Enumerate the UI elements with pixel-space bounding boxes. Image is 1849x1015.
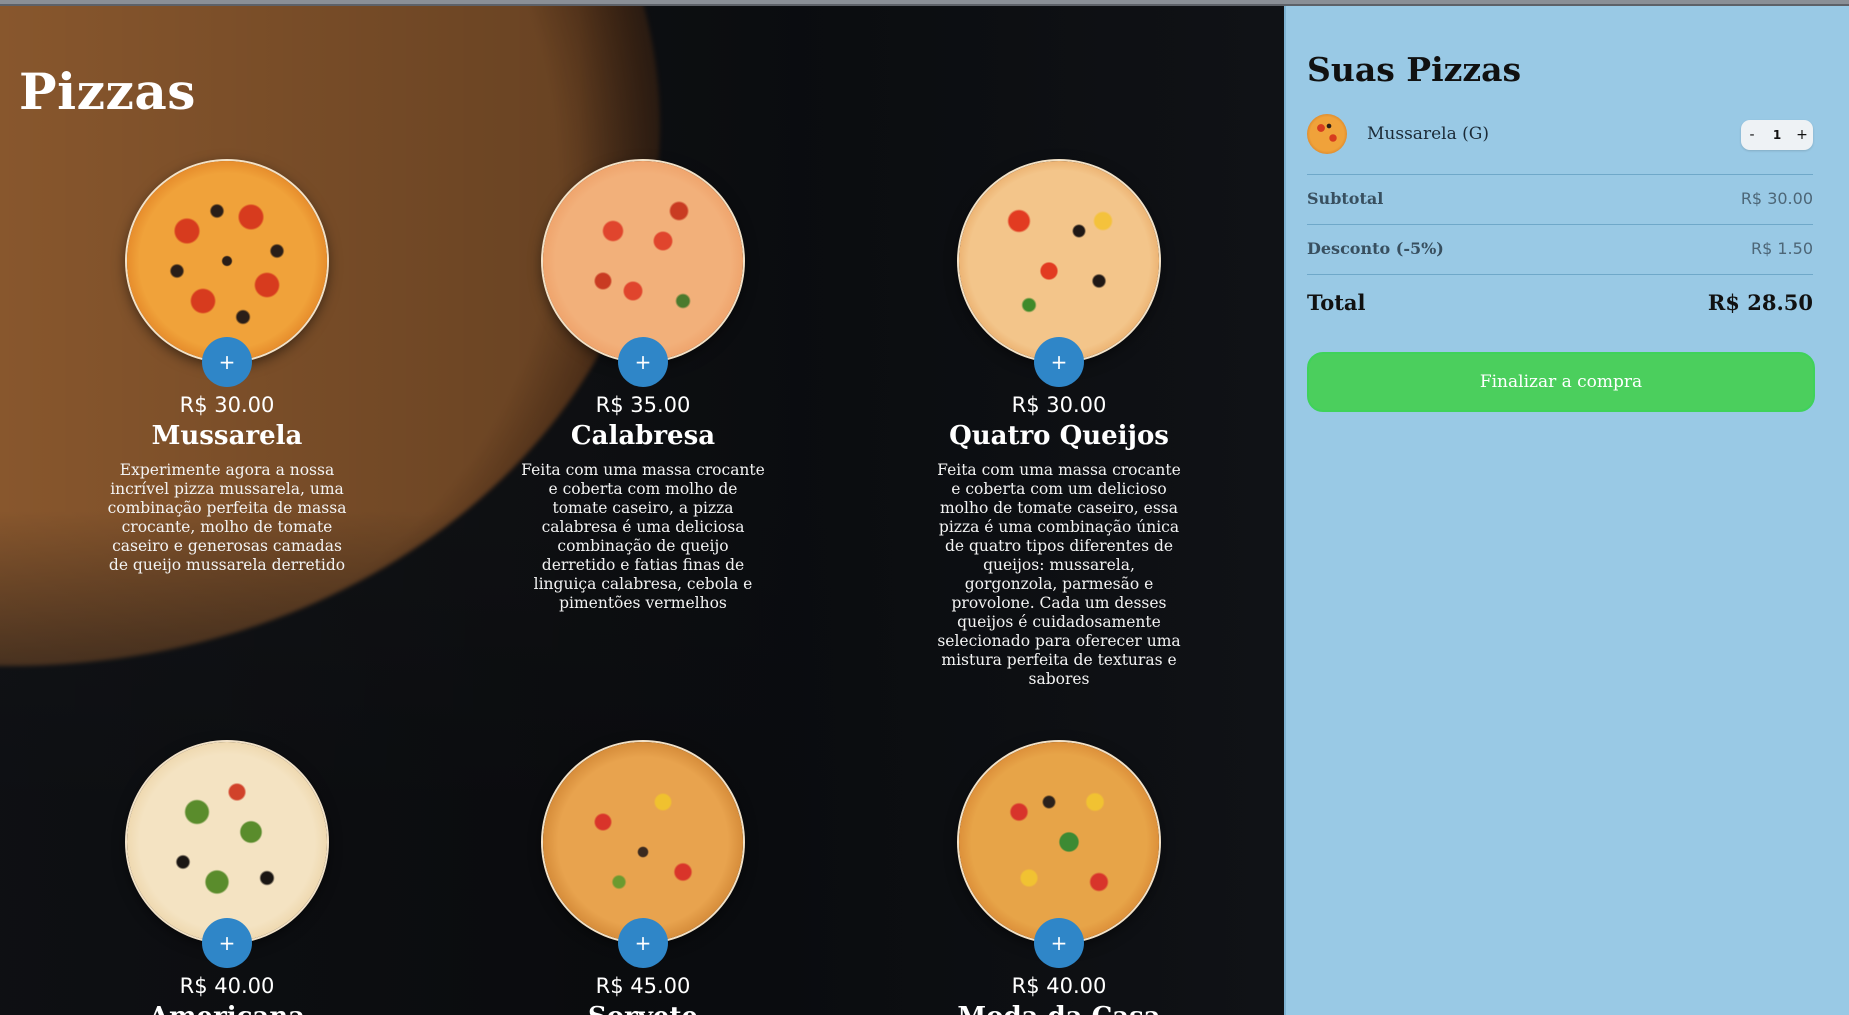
pizza-description: Feita com uma massa crocante e coberta c… xyxy=(937,461,1181,688)
pizza-image[interactable]: + xyxy=(127,161,327,387)
pizza-image[interactable]: + xyxy=(127,742,327,968)
pizza-name: Calabresa xyxy=(570,421,716,451)
pizza-name: Moda da Casa xyxy=(929,1002,1189,1015)
total-value: R$ 28.50 xyxy=(1707,290,1813,315)
divider xyxy=(1307,224,1813,225)
pizza-name: Americana xyxy=(97,1002,357,1015)
pizza-card-calabresa: + R$ 35.00 Calabresa Feita com uma massa… xyxy=(513,161,773,613)
cart-title: Suas Pizzas xyxy=(1307,50,1522,89)
cart-item-name: Mussarela (G) xyxy=(1367,124,1489,144)
add-to-cart-button[interactable]: + xyxy=(1034,337,1084,387)
cart-item: Mussarela (G) - 1 + xyxy=(1307,114,1813,156)
pizza-name: Sorvete xyxy=(513,1002,773,1015)
subtotal-label: Subtotal xyxy=(1307,189,1384,208)
quantity-stepper: - 1 + xyxy=(1741,120,1813,150)
pizza-card-mussarela: + R$ 30.00 Mussarela Experimente agora a… xyxy=(97,161,357,575)
subtotal-value: R$ 30.00 xyxy=(1740,189,1813,208)
pizza-price: R$ 45.00 xyxy=(595,974,691,998)
pizza-description: Feita com uma massa crocante e coberta c… xyxy=(521,461,765,612)
pizza-price: R$ 30.00 xyxy=(179,393,275,417)
add-to-cart-button[interactable]: + xyxy=(202,337,252,387)
discount-label: Desconto (-5%) xyxy=(1307,239,1444,258)
add-to-cart-button[interactable]: + xyxy=(1034,918,1084,968)
pizza-price: R$ 35.00 xyxy=(595,393,691,417)
pizza-card-quatro-queijos: + R$ 30.00 Quatro Queijos Feita com uma … xyxy=(929,161,1189,689)
pizza-price: R$ 30.00 xyxy=(1011,393,1107,417)
quantity-value: 1 xyxy=(1772,128,1782,142)
cart-item-image xyxy=(1307,114,1347,154)
add-to-cart-button[interactable]: + xyxy=(202,918,252,968)
pizza-price: R$ 40.00 xyxy=(179,974,275,998)
page-title: Pizzas xyxy=(19,62,196,121)
pizza-name: Quatro Queijos xyxy=(949,421,1169,451)
divider xyxy=(1307,174,1813,175)
cart-sidebar: Suas Pizzas Mussarela (G) - 1 + Subtotal… xyxy=(1286,6,1849,1015)
divider xyxy=(1307,274,1813,275)
pizza-card-sorvete: + R$ 45.00 Sorvete xyxy=(513,742,773,1015)
increase-quantity-button[interactable]: + xyxy=(1791,120,1813,150)
decrease-quantity-button[interactable]: - xyxy=(1741,120,1763,150)
discount-value: R$ 1.50 xyxy=(1750,239,1813,258)
pizza-image[interactable]: + xyxy=(959,742,1159,968)
pizza-image[interactable]: + xyxy=(543,161,743,387)
add-to-cart-button[interactable]: + xyxy=(618,918,668,968)
pizza-card-moda-da-casa: + R$ 40.00 Moda da Casa xyxy=(929,742,1189,1015)
pizza-menu: Pizzas + R$ 30.00 Mussarela Experimente … xyxy=(0,6,1286,1015)
pizza-name: Mussarela xyxy=(151,421,303,451)
pizza-price: R$ 40.00 xyxy=(1011,974,1107,998)
pizza-description: Experimente agora a nossa incrível pizza… xyxy=(107,461,347,574)
pizza-card-americana: + R$ 40.00 Americana xyxy=(97,742,357,1015)
checkout-button[interactable]: Finalizar a compra xyxy=(1307,352,1815,412)
total-label: Total xyxy=(1307,290,1366,315)
pizza-image[interactable]: + xyxy=(959,161,1159,387)
pizza-image[interactable]: + xyxy=(543,742,743,968)
add-to-cart-button[interactable]: + xyxy=(618,337,668,387)
